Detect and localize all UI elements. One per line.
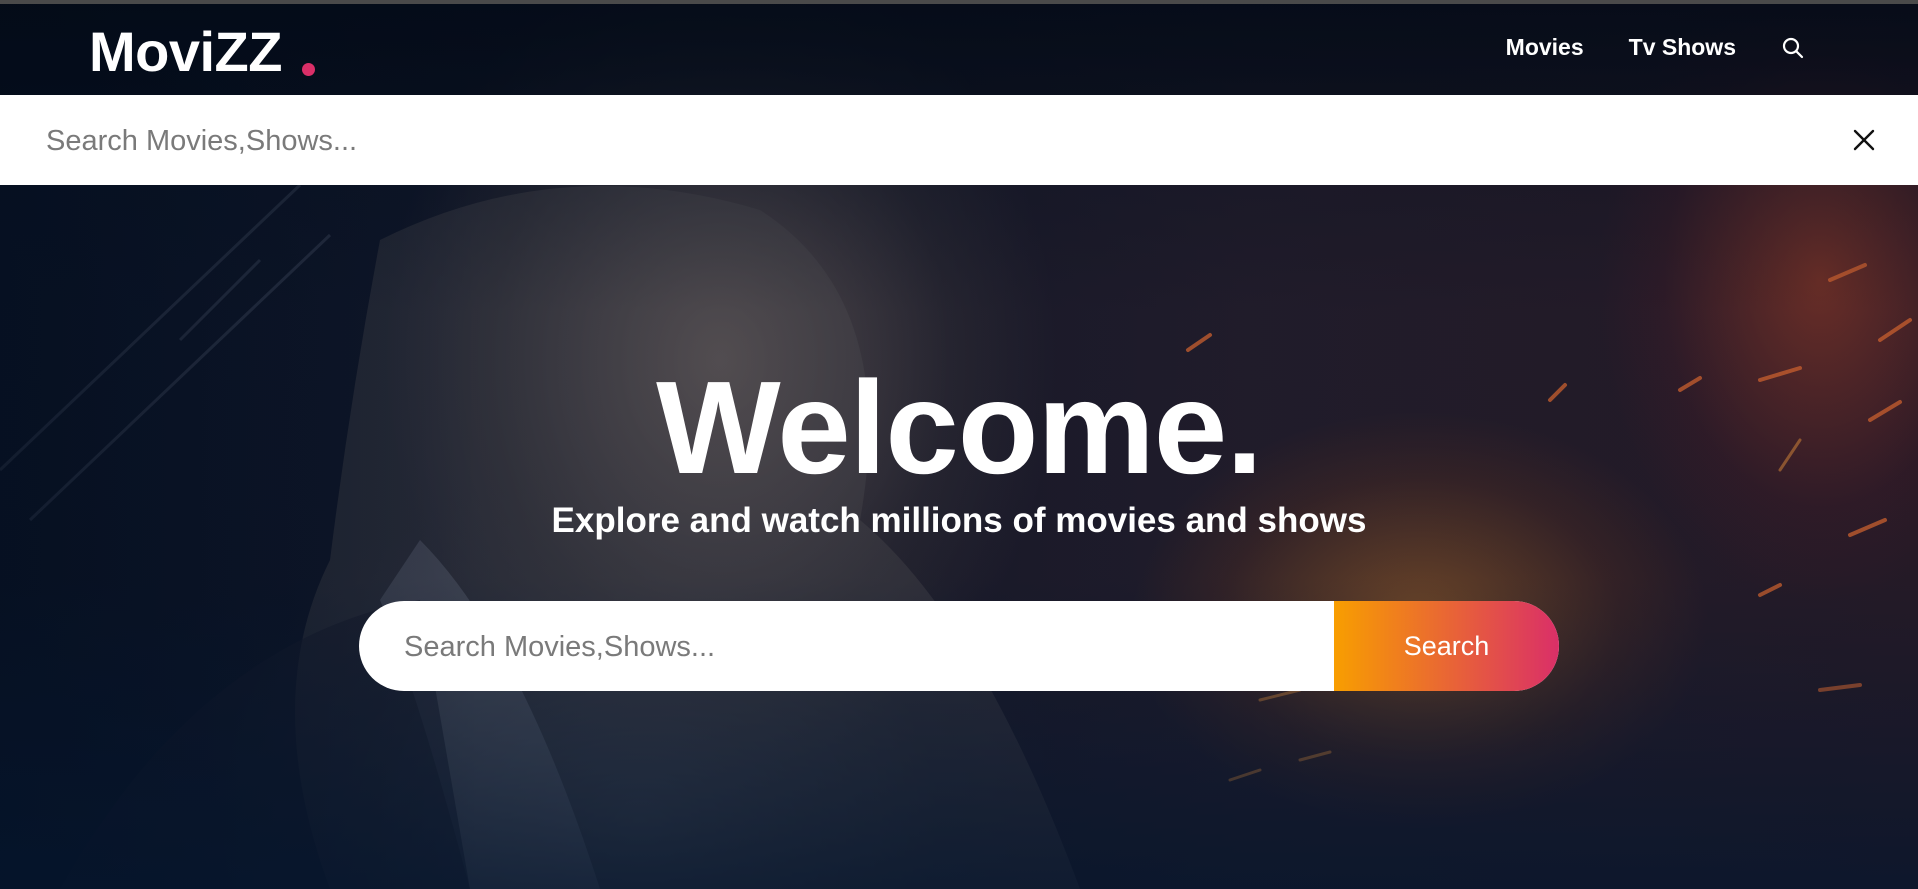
site-logo[interactable]: MoviZZ bbox=[89, 24, 315, 80]
hero-search-bar: Search bbox=[359, 601, 1559, 691]
main-nav: Movies Tv Shows bbox=[1461, 34, 1806, 61]
hero-title: Welcome. bbox=[656, 354, 1263, 501]
site-header: MoviZZ Movies Tv Shows bbox=[0, 4, 1918, 95]
logo-dot bbox=[301, 63, 315, 76]
home-page: MoviZZ Movies Tv Shows Welcome. Explore … bbox=[0, 0, 1918, 889]
nav-item-tv-shows[interactable]: Tv Shows bbox=[1629, 34, 1736, 61]
search-overlay-bar bbox=[0, 95, 1918, 187]
logo-text: MoviZZ bbox=[89, 20, 282, 83]
window-top-edge bbox=[0, 0, 1918, 4]
hero-subtitle: Explore and watch millions of movies and… bbox=[551, 501, 1367, 540]
search-icon[interactable] bbox=[1780, 35, 1806, 61]
nav-item-movies[interactable]: Movies bbox=[1506, 34, 1584, 61]
search-button[interactable]: Search bbox=[1334, 601, 1559, 691]
hero-search-input[interactable] bbox=[359, 601, 1334, 691]
close-icon[interactable] bbox=[1848, 124, 1880, 156]
overlay-search-input[interactable] bbox=[44, 95, 1808, 187]
